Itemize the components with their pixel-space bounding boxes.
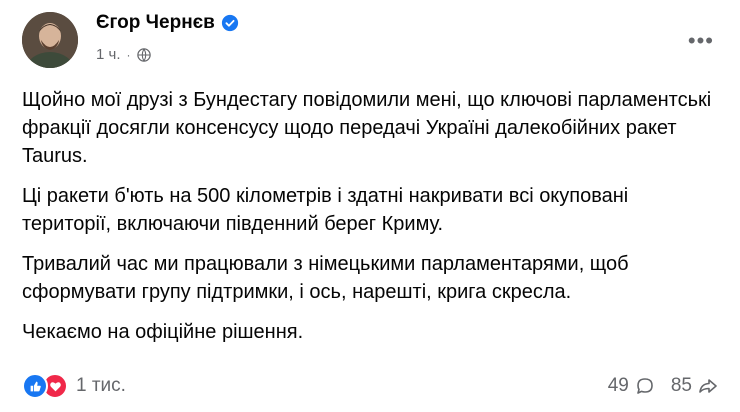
comments-count: 49 — [607, 375, 629, 396]
author-header: Єгор Чернєв — [96, 12, 239, 34]
like-icon — [22, 373, 48, 399]
post-body: Щойно мої друзі з Бундестагу повідомили … — [22, 86, 722, 358]
verified-badge-icon — [221, 14, 238, 32]
engagement-counts: 49 85 — [608, 375, 718, 397]
facebook-post: Єгор Чернєв 1 ч. · ••• Щойно мої друзі з… — [0, 0, 740, 412]
post-time[interactable]: 1 ч. — [96, 46, 121, 63]
meta-separator: · — [126, 47, 131, 62]
post-paragraph: Тривалий час ми працювали з німецькими п… — [22, 253, 629, 303]
shares-count: 85 — [670, 375, 692, 396]
post-meta: 1 ч. · — [96, 46, 151, 63]
comment-icon — [637, 378, 653, 394]
post-paragraph: Ці ракети б'ють на 500 кілометрів і здат… — [22, 185, 629, 235]
reactions-summary[interactable]: 1 тис. — [22, 373, 126, 399]
share-icon — [699, 379, 717, 393]
avatar[interactable] — [22, 12, 78, 68]
post-paragraph: Щойно мої друзі з Бундестагу повідомили … — [22, 89, 712, 167]
post-footer: 1 тис. 49 85 — [22, 370, 718, 402]
post-paragraph: Чекаємо на офіційне рішення. — [22, 321, 304, 343]
reactions-count[interactable]: 1 тис. — [76, 375, 126, 397]
globe-icon[interactable] — [136, 47, 151, 62]
shares-count-button[interactable]: 85 — [671, 375, 718, 397]
author-name[interactable]: Єгор Чернєв — [96, 12, 215, 34]
comments-count-button[interactable]: 49 — [608, 375, 655, 397]
more-options-button[interactable]: ••• — [688, 28, 714, 54]
